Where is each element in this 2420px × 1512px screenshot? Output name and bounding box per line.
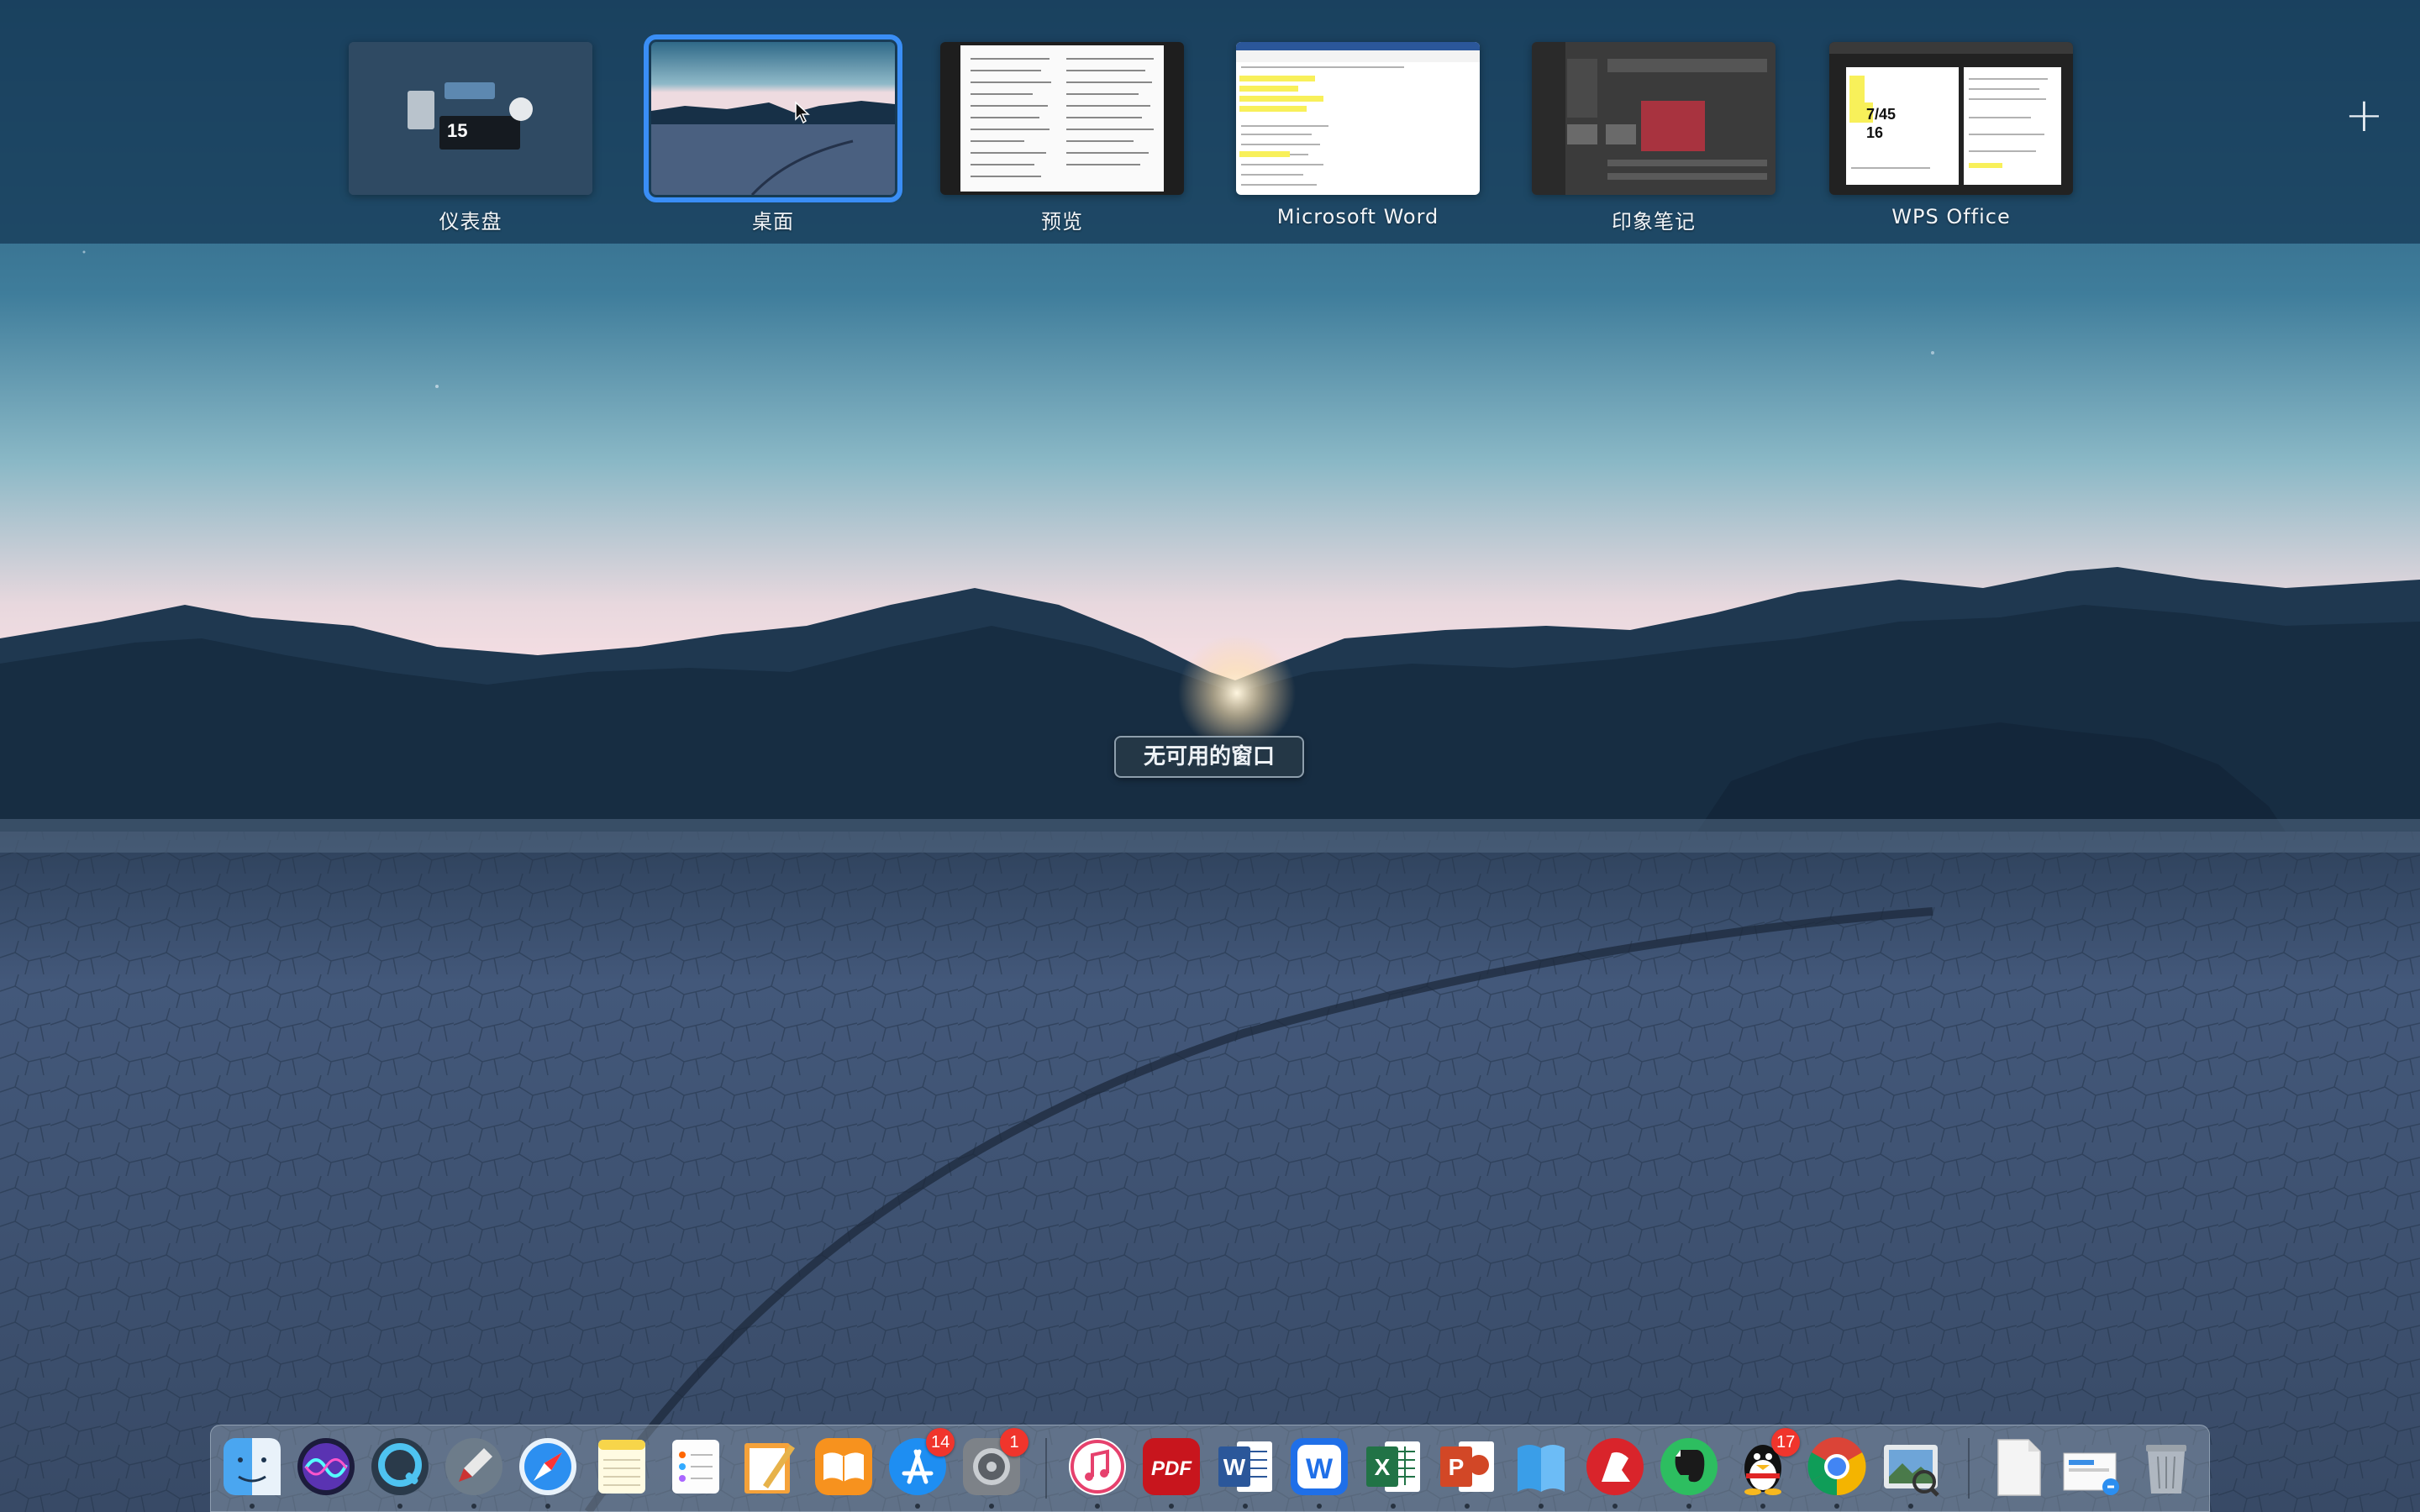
youdao-icon[interactable] (1583, 1435, 1647, 1499)
document-icon[interactable] (1986, 1435, 2050, 1499)
reminders-icon[interactable] (664, 1435, 728, 1499)
word-label: W (1223, 1454, 1246, 1480)
evernote-icon[interactable] (1657, 1435, 1721, 1499)
books-icon[interactable] (812, 1435, 876, 1499)
running-indicator (1539, 1504, 1544, 1509)
dock-separator (1968, 1438, 1970, 1499)
notification-badge: 17 (1771, 1428, 1801, 1457)
preview-icon[interactable] (1879, 1435, 1943, 1499)
space-label: Microsoft Word (1276, 205, 1439, 228)
pdf-icon[interactable]: PDF (1139, 1435, 1203, 1499)
running-indicator (1243, 1504, 1248, 1509)
word-thumbnail[interactable] (1236, 42, 1480, 195)
evernote-thumbnail[interactable] (1532, 42, 1776, 195)
running-indicator (1391, 1504, 1396, 1509)
wps-thumbnail[interactable]: 7/45 16 (1829, 42, 2073, 195)
space-label: 预览 (1041, 210, 1083, 234)
pdf-label: PDF (1151, 1457, 1192, 1480)
dashboard-thumbnail[interactable]: 15 (349, 42, 592, 195)
dock-separator (1045, 1438, 1047, 1499)
safari-icon[interactable] (516, 1435, 580, 1499)
calculator-widget (408, 91, 434, 129)
running-indicator (1095, 1504, 1100, 1509)
running-indicator (1834, 1504, 1839, 1509)
running-indicator (250, 1504, 255, 1509)
clock-widget (509, 97, 533, 121)
running-indicator (397, 1504, 402, 1509)
space-label: 桌面 (752, 210, 794, 234)
trash-icon[interactable] (2134, 1435, 2198, 1499)
space-wps-office[interactable]: 7/45 16 WPS Office (1825, 42, 2077, 228)
running-indicator (545, 1504, 550, 1509)
running-indicator (1612, 1504, 1618, 1509)
notification-badge: 14 (926, 1428, 955, 1457)
screenshot-icon[interactable] (2060, 1435, 2124, 1499)
chrome-icon[interactable] (1805, 1435, 1869, 1499)
excel-label: X (1375, 1454, 1391, 1480)
running-indicator (471, 1504, 476, 1509)
running-indicator (1169, 1504, 1174, 1509)
preview-thumbnail[interactable] (940, 42, 1184, 195)
space-label: 印象笔记 (1612, 210, 1696, 234)
running-indicator (1317, 1504, 1322, 1509)
running-indicator (1686, 1504, 1691, 1509)
wps-icon[interactable]: W (1287, 1435, 1351, 1499)
add-space-button[interactable]: + (2344, 92, 2384, 139)
bookmark-icon[interactable] (1509, 1435, 1573, 1499)
running-indicator (1908, 1504, 1913, 1509)
space-dashboard[interactable]: 15 仪表盘 (345, 42, 597, 234)
launchpad-icon[interactable] (442, 1435, 506, 1499)
quicktime-icon[interactable] (368, 1435, 432, 1499)
finder-icon[interactable] (220, 1435, 284, 1499)
space-microsoft-word[interactable]: Microsoft Word (1232, 42, 1484, 228)
notes-icon[interactable] (590, 1435, 654, 1499)
running-indicator (989, 1504, 994, 1509)
space-preview[interactable]: 预览 (936, 42, 1188, 234)
calendar-date: 15 (447, 120, 468, 141)
pages-icon[interactable] (738, 1435, 802, 1499)
space-desktop[interactable]: 桌面 (644, 34, 902, 234)
space-label: WPS Office (1891, 205, 2011, 228)
word-icon[interactable]: W (1213, 1435, 1277, 1499)
powerpoint-icon[interactable]: P (1435, 1435, 1499, 1499)
running-indicator (1465, 1504, 1470, 1509)
wps-thumb-text: 7/45 (1866, 106, 1897, 123)
powerpoint-label: P (1449, 1454, 1465, 1480)
space-label: 仪表盘 (439, 210, 502, 234)
wps-thumb-text: 16 (1866, 124, 1884, 141)
running-indicator (1760, 1504, 1765, 1509)
running-indicator (915, 1504, 920, 1509)
no-windows-label: 无可用的窗口 (1114, 736, 1304, 778)
itunes-icon[interactable] (1065, 1435, 1129, 1499)
excel-icon[interactable]: X (1361, 1435, 1425, 1499)
desktop-thumbnail[interactable] (644, 34, 902, 202)
siri-icon[interactable] (294, 1435, 358, 1499)
space-evernote[interactable]: 印象笔记 (1528, 42, 1780, 234)
notification-badge: 1 (1000, 1428, 1028, 1457)
wps-label: W (1306, 1453, 1334, 1485)
